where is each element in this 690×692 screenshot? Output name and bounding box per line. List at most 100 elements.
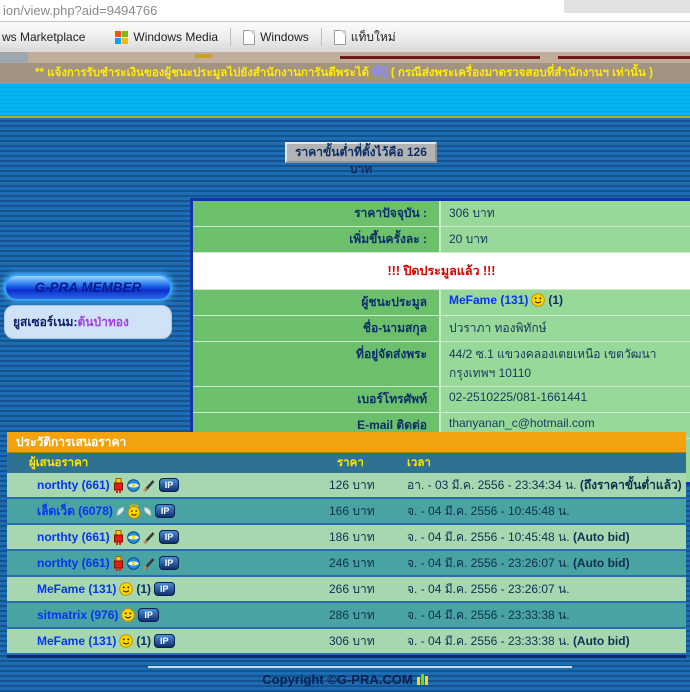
ip-badge-button[interactable]: IP	[138, 608, 159, 622]
bidder-username-link[interactable]: sitmatrix (976)	[37, 608, 118, 622]
brush-icon	[143, 479, 156, 492]
smiley-icon	[119, 582, 133, 596]
bid-time-text: จ. - 04 มี.ค. 2556 - 23:26:07 น.	[407, 582, 570, 596]
toolbar-link-label: แท็บใหม่	[351, 28, 396, 47]
payment-notice-banner: ** แจ้งการรับชำระเงินของผู้ชนะประมูลไปยั…	[0, 63, 690, 84]
bid-row-user-cell: northty (661) IP	[7, 556, 329, 571]
ip-badge-button[interactable]: IP	[159, 478, 180, 492]
minimum-price-box: ราคาขั้นต่ำที่ตั้งไว้คือ 126 บาท	[285, 142, 437, 163]
bidder-username-link[interactable]: northty (661)	[37, 478, 110, 492]
ip-badge-button[interactable]: IP	[154, 582, 175, 596]
bid-history-title: ประวัติการเสนอราคา	[7, 432, 686, 453]
toolbar-link-1[interactable]: ws Marketplace	[2, 30, 85, 44]
globe-icon	[127, 479, 140, 492]
footer-divider	[148, 666, 572, 668]
bid-time: จ. - 04 มี.ค. 2556 - 10:45:48 น.	[407, 502, 686, 521]
ip-badge-button[interactable]: IP	[154, 634, 175, 648]
bid-row-user-cell: northty (661) IP	[7, 478, 329, 493]
bid-price: 266 บาท	[329, 580, 407, 599]
toolbar-link-2[interactable]: Windows Media	[115, 30, 218, 44]
bidder-username-link[interactable]: MeFame (131)	[37, 582, 116, 596]
toolbar-separator	[230, 28, 231, 46]
bid-history-header: ผู้เสนอราคา ราคา เวลา	[7, 453, 686, 473]
info-row-label: ชื่อ-นามสกุล	[193, 316, 441, 341]
address-bar[interactable]: ion/view.php?aid=9494766	[0, 0, 690, 22]
info-row: ที่อยู่จัดส่งพระ44/2 ซ.1 แขวงคลองเตยเหนื…	[193, 342, 690, 387]
username-value: ต้นป่าทอง	[77, 313, 128, 332]
wing2-icon	[144, 505, 152, 518]
bidder-username-link[interactable]: MeFame (131)	[37, 634, 116, 648]
bid-price: 126 บาท	[329, 476, 407, 495]
bidder-username-link[interactable]: northty (661)	[37, 530, 110, 544]
top-strip-red-line-1	[340, 56, 540, 59]
info-row-value: 306 บาท	[441, 201, 690, 226]
smiley-icon	[119, 634, 133, 648]
bid-price: 286 บาท	[329, 606, 407, 625]
username-box: ยูสเซอร์เนม : ต้นป่าทอง	[4, 305, 172, 339]
bid-row-user-cell: เล็ดเว็ด (6078) IP	[7, 502, 329, 521]
bid-price: 306 บาท	[329, 632, 407, 651]
info-row-label: ผู้ชนะประมูล	[193, 290, 441, 315]
bid-row: MeFame (131)(1)IP306 บาทจ. - 04 มี.ค. 25…	[7, 629, 686, 655]
toolbar-link-label: Windows	[260, 30, 309, 44]
windows-flag-icon	[115, 31, 128, 44]
ip-badge-button[interactable]: IP	[159, 530, 180, 544]
toolbar-link-4[interactable]: แท็บใหม่	[334, 28, 396, 47]
username-label: ยูสเซอร์เนม	[13, 313, 73, 332]
page-icon	[334, 30, 346, 45]
info-row: เบอร์โทรศัพท์02-2510225/081-1661441	[193, 387, 690, 413]
winner-value: MeFame (131)(1)	[449, 293, 563, 307]
ip-badge-button[interactable]: IP	[155, 504, 176, 518]
smiley-icon	[121, 608, 135, 622]
address-bar-right-area	[564, 0, 690, 13]
feedback-count: (1)	[136, 582, 151, 596]
toolbar-separator	[321, 28, 322, 46]
column-price: ราคา	[337, 454, 407, 472]
bid-note: (ถึงราคาขั้นต่ำแล้ว)	[580, 478, 682, 492]
bid-price: 166 บาท	[329, 502, 407, 521]
bid-history-bottom-border	[7, 655, 686, 658]
bid-price: 246 บาท	[329, 554, 407, 573]
info-row-label: ที่อยู่จัดส่งพระ	[193, 342, 441, 386]
gpra-member-button[interactable]: G-PRA MEMBER	[4, 274, 172, 301]
copyright-text: Copyright ©G-PRA.COM	[0, 672, 690, 687]
globe-icon	[127, 557, 140, 570]
copyright-label: Copyright ©G-PRA.COM	[262, 672, 412, 687]
bid-row-user-cell: sitmatrix (976) IP	[7, 608, 329, 622]
bid-row: เล็ดเว็ด (6078) IP 166 บาทจ. - 04 มี.ค. 25…	[7, 499, 686, 525]
bid-row-user-cell: northty (661) IP	[7, 530, 329, 545]
winner-username-link[interactable]: MeFame (131)	[449, 293, 528, 307]
bid-row: northty (661) IP 246 บาทจ. - 04 มี.ค. 2556…	[7, 551, 686, 577]
bid-time: จ. - 04 มี.ค. 2556 - 23:26:07 น.	[407, 580, 686, 599]
notice-text-post: ( กรณีส่งพระเครื่องมาตรวจสอบที่สำนักงานฯ…	[388, 67, 653, 79]
bid-time: จ. - 04 มี.ค. 2556 - 10:45:48 น. (Auto b…	[407, 528, 686, 547]
bidder-username-link[interactable]: เล็ดเว็ด (6078)	[37, 502, 113, 521]
bid-price: 186 บาท	[329, 528, 407, 547]
info-row-value: ปวราภา ทองพิทักษ์	[441, 316, 690, 341]
info-row-value: 20 บาท	[441, 227, 690, 252]
bid-row: MeFame (131) (1)IP 266 บาทจ. - 04 มี.ค. 25…	[7, 577, 686, 603]
address-url[interactable]: ion/view.php?aid=9494766	[3, 3, 157, 18]
ip-badge-button[interactable]: IP	[159, 556, 180, 570]
bid-time: จ. - 04 มี.ค. 2556 - 23:33:38 น.	[407, 606, 686, 625]
hit-counter-icon	[417, 674, 428, 685]
bidder-username-link[interactable]: northty (661)	[37, 556, 110, 570]
bid-time-text: จ. - 04 มี.ค. 2556 - 23:33:38 น.	[407, 608, 570, 622]
red-figure-icon	[113, 530, 124, 545]
bid-row: sitmatrix (976) IP 286 บาทจ. - 04 มี.ค. 25…	[7, 603, 686, 629]
red-figure-icon	[113, 478, 124, 493]
browser-window: ion/view.php?aid=9494766 ws Marketplace W…	[0, 0, 690, 692]
brush-icon	[143, 531, 156, 544]
info-row: ผู้ชนะประมูล MeFame (131)(1)	[193, 290, 690, 316]
top-strip-gray-block	[0, 52, 28, 63]
bid-row-user-cell: MeFame (131)(1)IP	[7, 634, 329, 648]
bid-note: (Auto bid)	[573, 530, 630, 544]
bid-note: (Auto bid)	[573, 556, 630, 570]
bid-time-text: จ. - 04 มี.ค. 2556 - 23:26:07 น.	[407, 556, 573, 570]
top-strip-gold-segment	[195, 54, 212, 58]
toolbar-link-label: Windows Media	[133, 30, 218, 44]
toolbar-link-3[interactable]: Windows	[243, 30, 309, 45]
cyan-band	[0, 84, 690, 116]
notice-here-link[interactable]: ที่นี่	[372, 67, 387, 79]
bid-history-rows: northty (661)IP126 บาทอา. - 03 มี.ค. 255…	[7, 473, 686, 655]
